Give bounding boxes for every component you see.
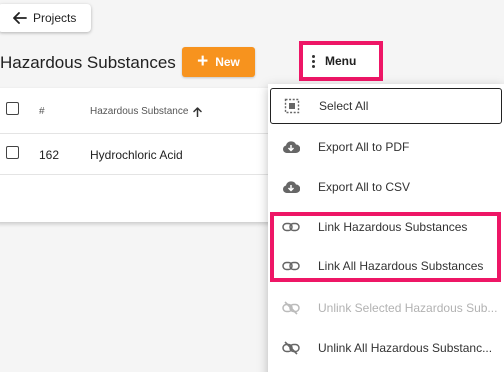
substances-table: # Hazardous Substance 162 Hydrochloric A…: [0, 88, 282, 222]
screen: Projects Hazardous Substances + New Menu…: [0, 0, 504, 372]
menu-item-label: Unlink Selected Hazardous Sub...: [318, 301, 498, 315]
menu-item-export-csv[interactable]: Export All to CSV: [268, 169, 504, 205]
projects-back-label: Projects: [33, 11, 77, 25]
cloud-download-icon: [282, 139, 300, 155]
menu-button[interactable]: Menu: [299, 41, 383, 81]
more-vertical-icon: [312, 54, 315, 68]
menu-item-export-pdf[interactable]: Export All to PDF: [268, 129, 504, 165]
menu-item-label: Link Hazardous Substances: [318, 220, 468, 234]
arrow-left-icon: [13, 12, 27, 24]
menu-item-unlink-all[interactable]: Unlink All Hazardous Substanc...: [268, 330, 504, 366]
link-off-icon: [282, 300, 300, 316]
menu-dropdown: Select All Export All to PDF Export All …: [268, 84, 504, 372]
page-title: Hazardous Substances: [0, 53, 176, 72]
menu-item-link-all-substances[interactable]: Link All Hazardous Substances: [268, 248, 504, 284]
column-header-name[interactable]: Hazardous Substance: [90, 106, 203, 117]
menu-item-unlink-selected: Unlink Selected Hazardous Sub...: [268, 290, 504, 326]
link-icon: [282, 258, 300, 274]
menu-item-label: Export All to CSV: [318, 180, 411, 194]
new-button-label: New: [215, 55, 240, 69]
menu-item-label: Unlink All Hazardous Substanc...: [318, 341, 493, 355]
column-header-number[interactable]: #: [39, 106, 45, 117]
row-checkbox[interactable]: [6, 146, 19, 159]
select-all-icon: [283, 98, 301, 114]
new-button[interactable]: + New: [182, 47, 255, 77]
column-header-name-label: Hazardous Substance: [90, 106, 189, 117]
menu-item-select-all[interactable]: Select All: [270, 88, 502, 124]
menu-item-label: Select All: [319, 99, 369, 113]
select-all-checkbox[interactable]: [6, 102, 19, 115]
row-substance-name: Hydrochloric Acid: [90, 148, 183, 162]
row-number: 162: [39, 148, 60, 162]
table-row[interactable]: 162 Hydrochloric Acid: [0, 135, 282, 175]
table-header: # Hazardous Substance: [0, 88, 282, 134]
cloud-download-icon: [282, 179, 300, 195]
menu-item-label: Link All Hazardous Substances: [318, 259, 484, 273]
plus-icon: +: [197, 50, 209, 72]
projects-back-button[interactable]: Projects: [0, 4, 91, 32]
link-off-icon: [282, 340, 300, 356]
link-icon: [282, 219, 300, 235]
menu-button-label: Menu: [325, 54, 357, 68]
sort-ascending-icon[interactable]: [193, 106, 203, 117]
menu-item-link-substances[interactable]: Link Hazardous Substances: [268, 209, 504, 245]
menu-item-label: Export All to PDF: [318, 140, 410, 154]
